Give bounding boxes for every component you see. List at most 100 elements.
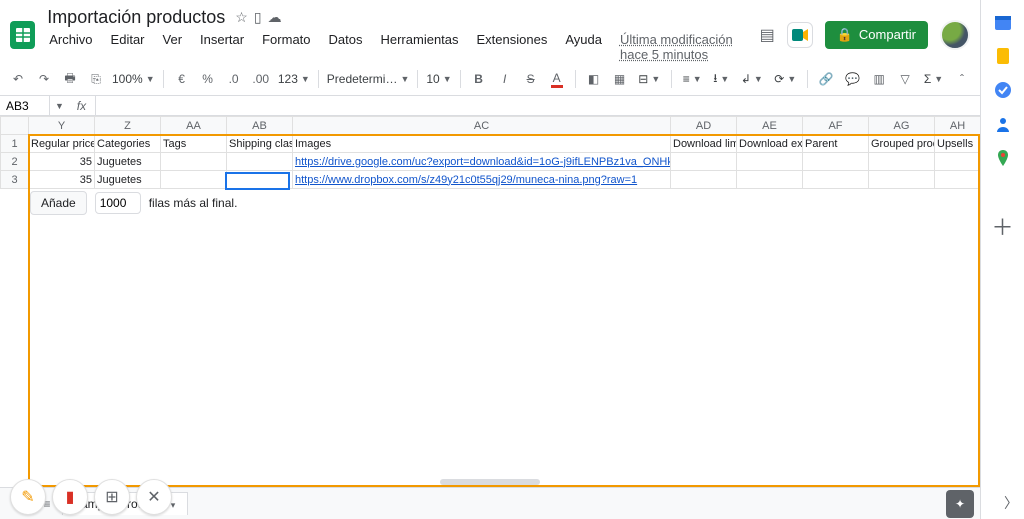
- header-cell[interactable]: Shipping class: [227, 135, 293, 153]
- wrap-button[interactable]: ↲▼: [738, 67, 765, 91]
- menu-view[interactable]: Ver: [157, 31, 189, 63]
- cell[interactable]: [803, 153, 869, 171]
- column-header[interactable]: Z: [95, 117, 161, 135]
- cell-link[interactable]: https://www.dropbox.com/s/z49y21c0t55qj2…: [295, 174, 637, 186]
- column-header[interactable]: AB: [227, 117, 293, 135]
- menu-file[interactable]: Archivo: [43, 31, 98, 63]
- select-all-corner[interactable]: [1, 117, 29, 135]
- header-cell[interactable]: Tags: [161, 135, 227, 153]
- cell[interactable]: [737, 153, 803, 171]
- tasks-icon[interactable]: [993, 80, 1013, 100]
- menu-edit[interactable]: Editar: [105, 31, 151, 63]
- namebox-dropdown[interactable]: ▼: [51, 101, 68, 111]
- calendar-icon[interactable]: [993, 12, 1013, 32]
- menu-insert[interactable]: Insertar: [194, 31, 250, 63]
- column-header[interactable]: AC: [293, 117, 671, 135]
- merge-button[interactable]: ⊟▼: [636, 67, 663, 91]
- header-cell[interactable]: Grouped products: [869, 135, 935, 153]
- more-formats-select[interactable]: 123▼: [278, 67, 310, 91]
- maps-icon[interactable]: [993, 148, 1013, 168]
- decrease-decimal-button[interactable]: .0: [224, 67, 244, 91]
- header-cell[interactable]: Upsells: [935, 135, 981, 153]
- increase-decimal-button[interactable]: .00: [250, 67, 272, 91]
- name-box[interactable]: [6, 99, 43, 113]
- horizontal-scrollbar[interactable]: [294, 477, 686, 487]
- functions-button[interactable]: Σ▼: [921, 67, 946, 91]
- text-color-button[interactable]: A: [547, 67, 567, 91]
- italic-button[interactable]: I: [495, 67, 515, 91]
- column-header[interactable]: Y: [29, 117, 95, 135]
- add-rows-count-input[interactable]: [95, 192, 141, 214]
- cell[interactable]: [671, 171, 737, 189]
- borders-button[interactable]: ▦: [610, 67, 630, 91]
- font-size-select[interactable]: 10▼: [426, 67, 451, 91]
- redo-button[interactable]: ↷: [34, 67, 54, 91]
- cell[interactable]: [161, 171, 227, 189]
- cell-link[interactable]: https://drive.google.com/uc?export=downl…: [295, 156, 671, 168]
- collapse-toolbar-button[interactable]: ˆ: [952, 67, 972, 91]
- format-currency-button[interactable]: €: [172, 67, 192, 91]
- cell[interactable]: [869, 171, 935, 189]
- cell[interactable]: [935, 171, 981, 189]
- header-cell[interactable]: Download limit: [671, 135, 737, 153]
- cell[interactable]: [227, 153, 293, 171]
- share-button[interactable]: 🔒 Compartir: [825, 21, 928, 49]
- document-title[interactable]: Importación productos: [43, 6, 229, 29]
- cell[interactable]: [935, 153, 981, 171]
- menu-format[interactable]: Formato: [256, 31, 316, 63]
- sheets-logo[interactable]: [10, 21, 35, 49]
- v-align-button[interactable]: ⭳▼: [710, 67, 732, 91]
- font-select[interactable]: Predetermi…▼: [327, 67, 410, 91]
- column-header[interactable]: AG: [869, 117, 935, 135]
- comment-button[interactable]: 💬: [843, 67, 864, 91]
- star-icon[interactable]: ☆: [235, 9, 248, 26]
- header-cell[interactable]: Download expiry: [737, 135, 803, 153]
- chart-button[interactable]: ▥: [869, 67, 889, 91]
- bold-button[interactable]: B: [469, 67, 489, 91]
- strike-button[interactable]: S: [521, 67, 541, 91]
- float-tool-pen-icon[interactable]: ✎: [10, 479, 46, 515]
- print-button[interactable]: 🖶: [60, 67, 80, 91]
- format-percent-button[interactable]: %: [198, 67, 218, 91]
- link-button[interactable]: 🔗: [816, 67, 837, 91]
- menu-extensions[interactable]: Extensiones: [471, 31, 554, 63]
- cell[interactable]: [869, 153, 935, 171]
- cell[interactable]: [227, 171, 293, 189]
- column-header[interactable]: AD: [671, 117, 737, 135]
- cloud-status-icon[interactable]: ☁: [268, 9, 282, 26]
- fill-color-button[interactable]: ◧: [584, 67, 604, 91]
- menu-data[interactable]: Datos: [323, 31, 369, 63]
- row-header[interactable]: 2: [1, 153, 29, 171]
- header-cell[interactable]: Regular price: [29, 135, 95, 153]
- last-modified[interactable]: Última modificación hace 5 minutos: [614, 31, 752, 63]
- filter-button[interactable]: ▽: [895, 67, 915, 91]
- row-header[interactable]: 3: [1, 171, 29, 189]
- h-align-button[interactable]: ≡▼: [680, 67, 704, 91]
- column-header[interactable]: AH: [935, 117, 981, 135]
- float-tool-grid-icon[interactable]: ⊞: [94, 479, 130, 515]
- cell[interactable]: 35: [29, 153, 95, 171]
- cell[interactable]: [671, 153, 737, 171]
- row-header[interactable]: 1: [1, 135, 29, 153]
- zoom-select[interactable]: 100%▼: [112, 67, 155, 91]
- meet-icon[interactable]: [787, 22, 813, 48]
- cell[interactable]: Juguetes: [95, 171, 161, 189]
- menu-help[interactable]: Ayuda: [559, 31, 608, 63]
- undo-button[interactable]: ↶: [8, 67, 28, 91]
- contacts-icon[interactable]: [993, 114, 1013, 134]
- float-tool-book-icon[interactable]: ▮: [52, 479, 88, 515]
- column-header[interactable]: AE: [737, 117, 803, 135]
- account-avatar[interactable]: [940, 20, 970, 50]
- header-cell[interactable]: Categories: [95, 135, 161, 153]
- cell[interactable]: 35: [29, 171, 95, 189]
- comments-icon[interactable]: ▤: [760, 25, 775, 45]
- move-icon[interactable]: ▯: [254, 9, 262, 26]
- cell[interactable]: [737, 171, 803, 189]
- float-tool-close-icon[interactable]: ✕: [136, 479, 172, 515]
- cell[interactable]: Juguetes: [95, 153, 161, 171]
- cell[interactable]: https://www.dropbox.com/s/z49y21c0t55qj2…: [293, 171, 671, 189]
- add-addon-icon[interactable]: ＋: [993, 216, 1013, 236]
- keep-icon[interactable]: [993, 46, 1013, 66]
- header-cell[interactable]: Images: [293, 135, 671, 153]
- paint-format-button[interactable]: ⎘: [86, 67, 106, 91]
